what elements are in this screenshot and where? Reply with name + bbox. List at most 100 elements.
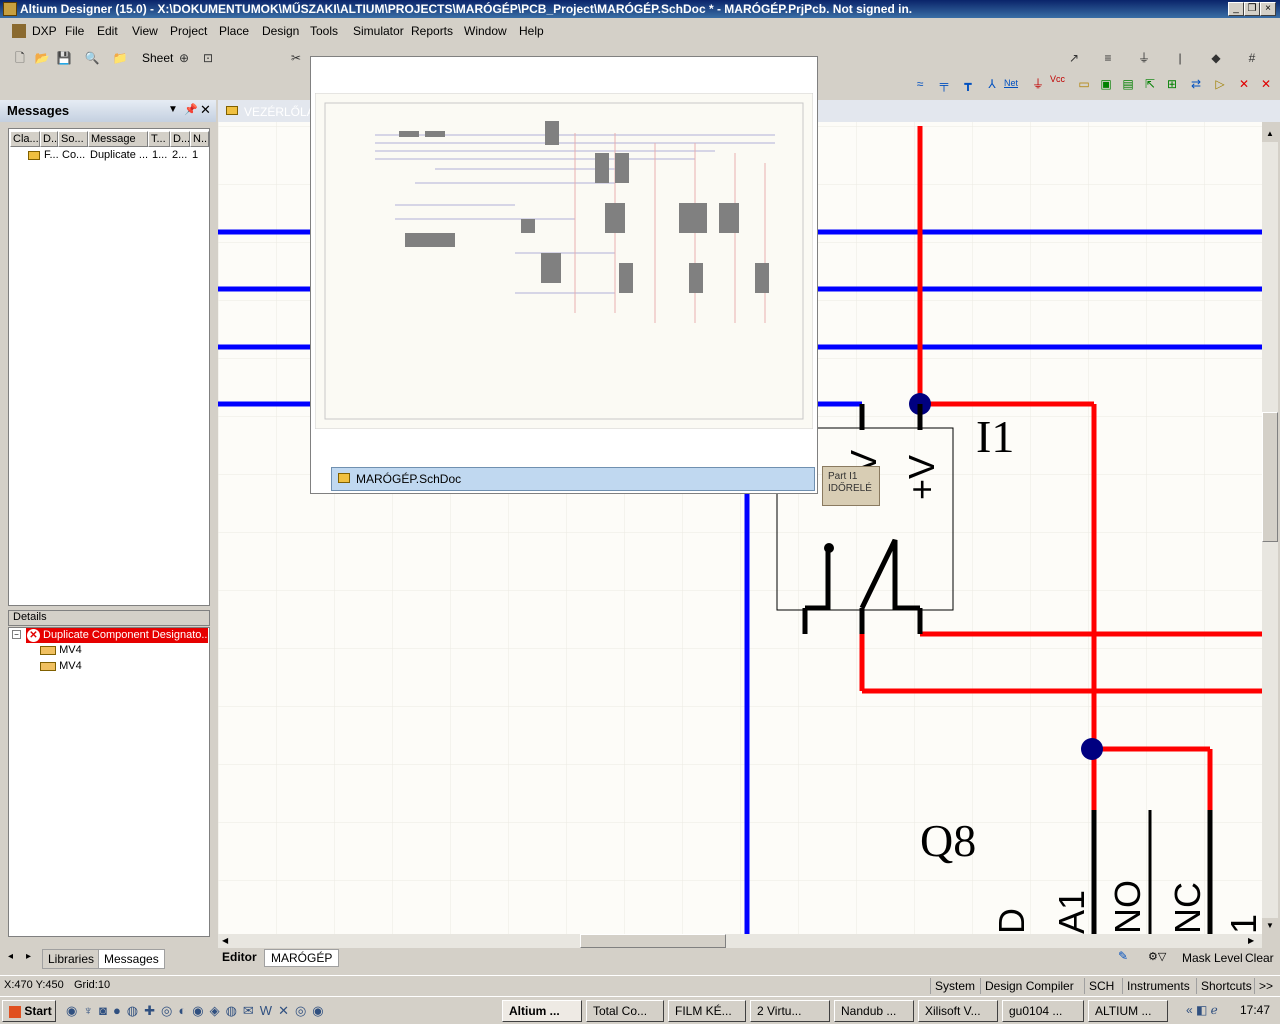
tab-scroll-right-icon[interactable]: ▸ — [26, 951, 31, 962]
print-preview-icon[interactable]: 🔍 — [84, 50, 100, 66]
scroll-right-icon[interactable]: ▶ — [1248, 934, 1254, 948]
menu-tools[interactable]: Tools — [310, 24, 338, 38]
zoom-icon[interactable]: ⊕ — [176, 50, 192, 66]
open-file-icon[interactable]: 📂 — [34, 50, 50, 66]
col-no[interactable]: N... — [190, 131, 209, 147]
grid-tool-icon[interactable]: # — [1244, 50, 1260, 66]
status-shortcuts[interactable]: Shortcuts — [1196, 978, 1256, 994]
task-pdf[interactable]: gu0104 ... — [1002, 1000, 1084, 1022]
tree-child-mv4-b[interactable]: MV4 — [40, 660, 82, 675]
scroll-thumb-v[interactable] — [1262, 412, 1278, 542]
sheet-thumbnail[interactable] — [315, 93, 813, 429]
zoom-area-icon[interactable]: ⊡ — [200, 50, 216, 66]
vertical-scrollbar[interactable]: ▲ ▼ — [1262, 126, 1278, 934]
place-bus-icon[interactable]: ╤ — [936, 76, 952, 92]
menu-project[interactable]: Project — [170, 24, 207, 38]
bus-tool-icon[interactable]: ≡ — [1100, 50, 1116, 66]
start-button[interactable]: Start — [2, 1000, 56, 1022]
off-sheet-icon[interactable]: ▷ — [1212, 76, 1228, 92]
preview-file-bar[interactable]: MARÓGÉP.SchDoc — [331, 467, 815, 491]
status-sch[interactable]: SCH — [1084, 978, 1118, 994]
port-tool-icon[interactable]: | — [1172, 50, 1188, 66]
sheet-entry-icon[interactable]: ▤ — [1120, 76, 1136, 92]
save-icon[interactable]: 💾 — [56, 50, 72, 66]
new-file-icon[interactable]: 🗋 — [12, 50, 28, 66]
status-instruments[interactable]: Instruments — [1122, 978, 1194, 994]
menu-help[interactable]: Help — [519, 24, 544, 38]
horizontal-scrollbar[interactable]: ◀ ▶ — [218, 934, 1262, 948]
col-time[interactable]: T... — [148, 131, 170, 147]
close-window-button[interactable]: × — [1260, 2, 1276, 16]
task-nandub[interactable]: Nandub ... — [834, 1000, 914, 1022]
sheet-symbol-icon[interactable]: ▣ — [1098, 76, 1114, 92]
sheet-label[interactable]: Sheet — [142, 51, 173, 65]
task-firefox[interactable]: ALTIUM ... — [1088, 1000, 1168, 1022]
tab-messages[interactable]: Messages — [98, 949, 165, 969]
scroll-left-icon[interactable]: ◀ — [222, 934, 228, 948]
filter-icon[interactable]: ⚙▽ — [1148, 950, 1166, 963]
tab-scroll-left-icon[interactable]: ◂ — [8, 951, 13, 962]
tab-editor[interactable]: Editor — [222, 950, 257, 964]
details-error-row[interactable]: ✕ Duplicate Component Designato... — [26, 628, 208, 643]
harness-connector-icon[interactable]: ⊞ — [1164, 76, 1180, 92]
panel-close-icon[interactable]: ✕ — [200, 102, 211, 118]
menu-window[interactable]: Window — [464, 24, 507, 38]
no-erc2-icon[interactable]: ✕ — [1258, 76, 1274, 92]
directive-tool-icon[interactable]: ◆ — [1208, 50, 1224, 66]
menu-reports[interactable]: Reports — [411, 24, 453, 38]
status-more[interactable]: >> — [1254, 978, 1277, 994]
menu-file[interactable]: File — [65, 24, 84, 38]
task-xilisoft[interactable]: Xilisoft V... — [918, 1000, 998, 1022]
col-date[interactable]: D... — [170, 131, 190, 147]
device-sheet-icon[interactable]: ⇱ — [1142, 76, 1158, 92]
mask-icon[interactable]: ✎ — [1118, 949, 1136, 965]
menu-dxp[interactable]: DXP — [32, 24, 57, 38]
tab-libraries[interactable]: Libraries — [42, 949, 101, 969]
message-row[interactable]: F... Co... Duplicate ... 1... 2... 1 — [10, 148, 209, 164]
task-altium[interactable]: Altium ... — [502, 1000, 582, 1022]
tree-collapse-icon[interactable]: − — [12, 630, 21, 639]
menu-place[interactable]: Place — [219, 24, 249, 38]
status-system[interactable]: System — [930, 978, 979, 994]
mask-level-button[interactable]: Mask Level — [1182, 951, 1243, 965]
details-tree — [8, 627, 210, 937]
place-wire-icon[interactable]: ≈ — [912, 76, 928, 92]
wire-tool-icon[interactable]: ↗ — [1066, 50, 1082, 66]
scroll-down-icon[interactable]: ▼ — [1262, 918, 1278, 934]
menu-edit[interactable]: Edit — [97, 24, 118, 38]
col-document[interactable]: D... — [40, 131, 58, 147]
open-project-icon[interactable]: 📁 — [112, 50, 128, 66]
vcc-port-tool[interactable]: Vcc — [1050, 74, 1065, 84]
col-class[interactable]: Cla... — [10, 131, 40, 147]
restore-button[interactable]: ❐ — [1244, 2, 1260, 16]
pin-icon[interactable]: 📌 — [184, 103, 198, 116]
col-source[interactable]: So... — [58, 131, 88, 147]
quicklaunch-icons[interactable]: ◉♆◙●◍✚◎◐◉◈◍✉W✕◎◉ — [66, 1003, 330, 1019]
menu-design[interactable]: Design — [262, 24, 299, 38]
cut-icon[interactable]: ✂ — [288, 50, 304, 66]
signal-harness-icon[interactable]: ⅄ — [984, 76, 1000, 92]
tray-icons[interactable]: « ◧ ℯ — [1186, 1003, 1218, 1017]
status-design-compiler[interactable]: Design Compiler — [980, 978, 1078, 994]
tab-marogep[interactable]: MARÓGÉP — [264, 949, 340, 967]
place-part-icon[interactable]: ▭ — [1076, 76, 1092, 92]
bus-entry-icon[interactable]: ┳ — [960, 76, 976, 92]
scroll-thumb-h[interactable] — [580, 934, 726, 948]
net-label-tool[interactable]: Net — [1004, 78, 1018, 88]
panel-dropdown-icon[interactable]: ▼ — [168, 104, 178, 115]
gnd-port-icon[interactable]: ⏚ — [1030, 76, 1046, 92]
tree-child-mv4-a[interactable]: MV4 — [40, 644, 82, 659]
cursor-coords: X:470 Y:450 — [4, 979, 64, 991]
task-film[interactable]: FILM KÉ... — [668, 1000, 746, 1022]
ground-tool-icon[interactable]: ⏚ — [1136, 50, 1152, 66]
no-erc-icon[interactable]: ✕ — [1236, 76, 1252, 92]
clear-button[interactable]: Clear — [1245, 951, 1274, 965]
menu-view[interactable]: View — [132, 24, 158, 38]
scroll-up-icon[interactable]: ▲ — [1262, 126, 1278, 142]
task-virtual[interactable]: 2 Virtu... — [750, 1000, 830, 1022]
task-total-commander[interactable]: Total Co... — [586, 1000, 664, 1022]
port-icon[interactable]: ⇄ — [1188, 76, 1204, 92]
col-message[interactable]: Message — [88, 131, 148, 147]
menu-simulator[interactable]: Simulator — [353, 24, 404, 38]
minimize-button[interactable]: _ — [1228, 2, 1244, 16]
